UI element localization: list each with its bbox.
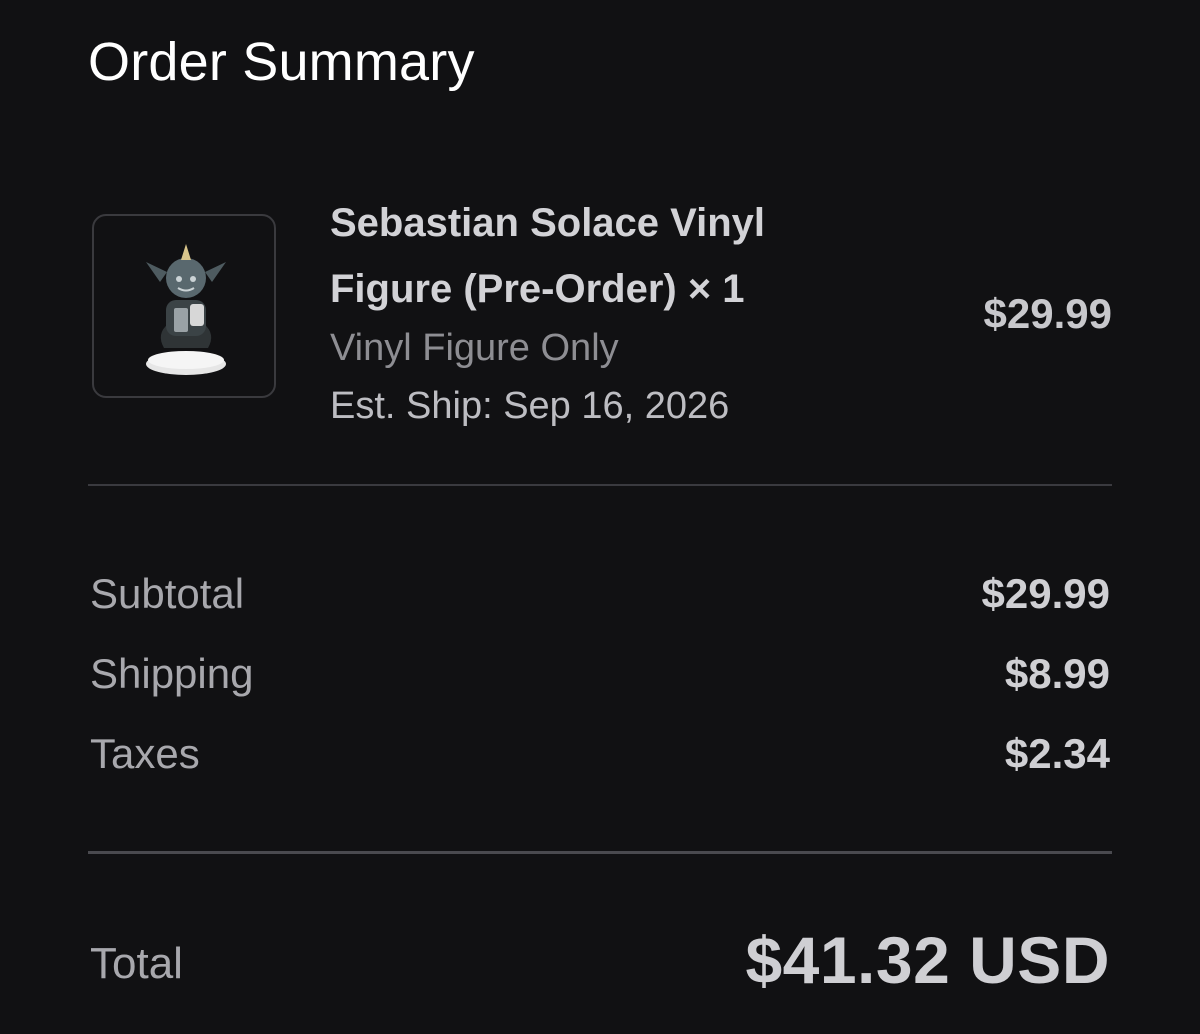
shipping-row: Shipping $8.99 — [90, 646, 1110, 702]
order-line-item: Sebastian Solace Vinyl Figure (Pre-Order… — [92, 190, 1112, 430]
line-item-price: $29.99 — [983, 290, 1112, 337]
shipping-value: $8.99 — [1004, 650, 1110, 697]
subtotal-value: $29.99 — [981, 570, 1110, 617]
total-label: Total — [90, 939, 183, 988]
page-title: Order Summary — [88, 32, 475, 92]
total-value: $41.32 USD — [745, 923, 1110, 997]
divider — [88, 851, 1112, 854]
shipping-label: Shipping — [90, 650, 254, 697]
divider — [88, 484, 1112, 486]
order-summary-panel: Order Summary Sebastian Solace Vinyl Fig… — [0, 0, 1200, 1034]
subtotal-label: Subtotal — [90, 570, 245, 617]
taxes-value: $2.34 — [1004, 730, 1110, 777]
vinyl-figure-icon — [146, 244, 226, 375]
total-row: Total $41.32 USD — [90, 920, 1110, 1000]
taxes-row: Taxes $2.34 — [90, 726, 1110, 782]
taxes-label: Taxes — [90, 730, 200, 777]
product-thumbnail — [92, 214, 276, 398]
product-title: Sebastian Solace Vinyl Figure (Pre-Order… — [330, 201, 766, 311]
estimated-ship-date: Est. Ship: Sep 16, 2026 — [330, 385, 730, 427]
subtotal-row: Subtotal $29.99 — [90, 566, 1110, 622]
product-variant: Vinyl Figure Only — [330, 327, 619, 369]
